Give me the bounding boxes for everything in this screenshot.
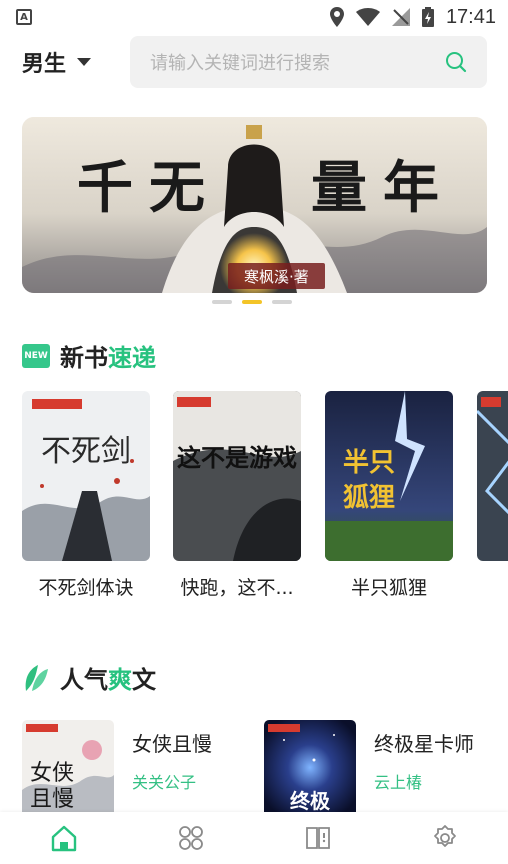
carousel-indicator bbox=[212, 300, 292, 304]
section-title: 新书速递 bbox=[60, 338, 156, 373]
cover-art: 不死剑 bbox=[22, 391, 150, 561]
tab-bookshelf[interactable] bbox=[288, 812, 348, 864]
clock: 17:41 bbox=[445, 5, 496, 28]
cover-art: 半只 狐狸 bbox=[325, 391, 453, 561]
book-card[interactable]: 半只 狐狸 半只狐狸 bbox=[325, 391, 453, 600]
search-bar[interactable]: 请输入关键词进行搜索 bbox=[130, 36, 487, 88]
location-icon bbox=[329, 7, 344, 27]
svg-text:不死剑: 不死剑 bbox=[41, 434, 131, 469]
battery-charging-icon bbox=[421, 7, 434, 27]
hot-book-info: 女侠且慢 关关公子 bbox=[132, 720, 212, 815]
carousel-dot[interactable] bbox=[272, 300, 292, 304]
status-bar: A 17:41 bbox=[0, 0, 508, 34]
hot-book-author: 云上椿 bbox=[374, 773, 423, 792]
dropdown-arrow-icon bbox=[77, 58, 92, 66]
search-icon[interactable] bbox=[445, 51, 467, 73]
banner-title: 千 无 量 年 bbox=[22, 143, 487, 224]
tab-home[interactable] bbox=[34, 812, 94, 864]
new-badge-icon: NEW bbox=[22, 343, 50, 368]
section-hot-books-heading: 人气爽文 bbox=[22, 660, 156, 695]
section-title-accent: 爽 bbox=[108, 666, 132, 694]
cover-art: 终极 bbox=[264, 720, 356, 815]
banner-title-char: 千 bbox=[77, 155, 141, 221]
banner-title-char: 量 bbox=[311, 155, 375, 221]
section-title-prefix: 新书 bbox=[60, 344, 108, 372]
svg-text:且慢: 且慢 bbox=[30, 787, 74, 812]
tab-category[interactable] bbox=[161, 812, 221, 864]
banner-author: 寒枫溪·著 bbox=[228, 263, 325, 289]
hot-book-cover[interactable]: 终极 bbox=[264, 720, 356, 815]
section-new-books-heading: NEW 新书速递 bbox=[22, 338, 156, 373]
leaf-icon bbox=[25, 664, 48, 691]
book-icon bbox=[305, 827, 330, 849]
app-notification-icon: A bbox=[16, 9, 32, 25]
hot-book-author: 关关公子 bbox=[132, 773, 197, 792]
bottom-tab-bar bbox=[0, 812, 508, 864]
new-badge-text: NEW bbox=[24, 350, 48, 361]
gender-label: 男生 bbox=[22, 52, 67, 77]
hot-book-item[interactable]: 终极 终极星卡师 云上椿 bbox=[264, 720, 474, 815]
home-icon bbox=[51, 825, 76, 852]
banner-title-char: 年 bbox=[383, 155, 447, 221]
category-grid-icon bbox=[178, 826, 203, 850]
carousel-dot-active[interactable] bbox=[242, 300, 262, 304]
hot-book-cover[interactable]: 女侠 且慢 bbox=[22, 720, 114, 815]
section-title: 人气爽文 bbox=[60, 660, 156, 695]
hot-book-info: 终极星卡师 云上椿 bbox=[374, 720, 474, 815]
book-card[interactable]: 这不是游戏 快跑，这不... bbox=[173, 391, 301, 600]
book-title[interactable]: 半只狐狸 bbox=[325, 573, 453, 600]
svg-text:半只: 半只 bbox=[343, 448, 395, 478]
tab-settings[interactable] bbox=[415, 812, 475, 864]
book-cover[interactable] bbox=[477, 391, 508, 561]
svg-text:终极: 终极 bbox=[290, 789, 331, 813]
carousel-dot[interactable] bbox=[212, 300, 232, 304]
book-card[interactable]: 不死剑 不死剑体诀 bbox=[22, 391, 150, 600]
section-title-prefix: 人气 bbox=[60, 666, 108, 694]
hot-book-title[interactable]: 终极星卡师 bbox=[374, 728, 474, 757]
banner-title-char: 无 bbox=[149, 155, 213, 221]
book-cover[interactable]: 这不是游戏 bbox=[173, 391, 301, 561]
wifi-icon bbox=[355, 8, 380, 26]
svg-text:狐狸: 狐狸 bbox=[343, 483, 395, 513]
hot-book-item[interactable]: 女侠 且慢 女侠且慢 关关公子 bbox=[22, 720, 212, 815]
no-signal-icon bbox=[391, 8, 410, 26]
book-card-partial[interactable] bbox=[477, 391, 508, 561]
search-placeholder[interactable]: 请输入关键词进行搜索 bbox=[150, 49, 445, 75]
book-title[interactable]: 不死剑体诀 bbox=[22, 573, 150, 600]
section-title-suffix: 文 bbox=[132, 666, 156, 694]
book-cover[interactable]: 不死剑 bbox=[22, 391, 150, 561]
gear-icon bbox=[433, 825, 456, 847]
section-title-accent: 速递 bbox=[108, 344, 156, 372]
cover-art bbox=[477, 391, 508, 561]
promo-banner[interactable]: 千 无 量 年 寒枫溪·著 bbox=[22, 117, 487, 293]
cover-art: 女侠 且慢 bbox=[22, 720, 114, 815]
gender-selector[interactable]: 男生 bbox=[22, 46, 92, 78]
book-title[interactable]: 快跑，这不... bbox=[173, 573, 301, 600]
cover-art: 这不是游戏 bbox=[173, 391, 301, 561]
svg-text:这不是游戏: 这不是游戏 bbox=[177, 443, 297, 472]
top-bar: 男生 请输入关键词进行搜索 bbox=[0, 36, 508, 90]
hot-book-title[interactable]: 女侠且慢 bbox=[132, 728, 212, 757]
svg-text:女侠: 女侠 bbox=[30, 761, 74, 786]
book-cover[interactable]: 半只 狐狸 bbox=[325, 391, 453, 561]
